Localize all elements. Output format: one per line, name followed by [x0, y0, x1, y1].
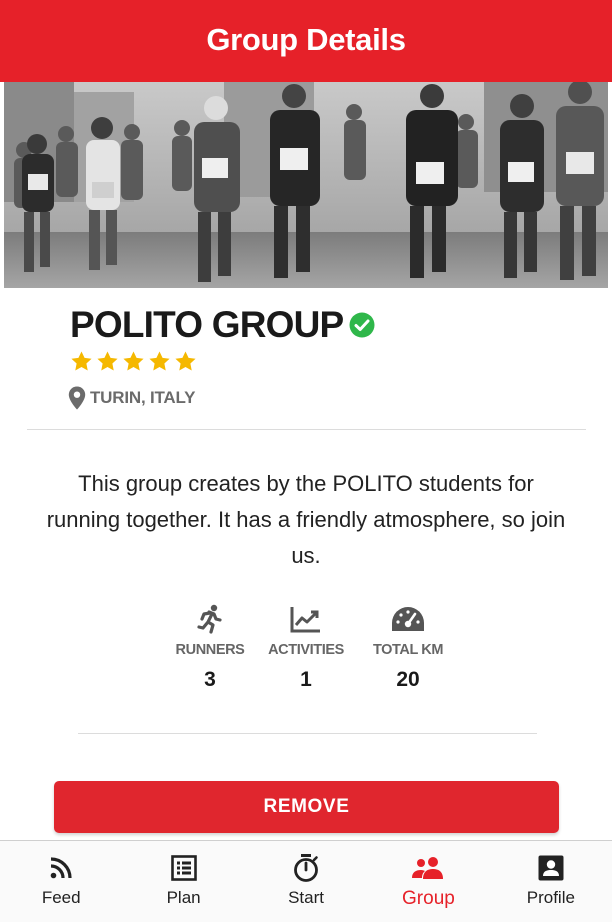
- group-icon: [412, 857, 444, 879]
- group-description: This group creates by the POLITO student…: [46, 471, 566, 568]
- app-header: Group Details: [0, 0, 612, 82]
- stat-label: ACTIVITIES: [268, 642, 344, 658]
- stat-value: 1: [300, 668, 312, 691]
- location-text: TURIN, ITALY: [90, 388, 196, 407]
- stat-activities: ACTIVITIES 1: [256, 602, 356, 692]
- tab-label: Plan: [166, 888, 201, 907]
- group-cover-photo: [4, 82, 608, 288]
- location-pin-icon: [68, 386, 86, 410]
- star-icon: [149, 351, 170, 371]
- group-title-row: POLITO GROUP: [70, 303, 375, 347]
- runners-photo-illustration: [4, 82, 608, 288]
- stat-value: 3: [204, 668, 216, 691]
- tab-label: Feed: [41, 888, 81, 907]
- account-box-icon: [538, 855, 564, 881]
- group-rating: [70, 350, 197, 373]
- star-icon: [97, 351, 118, 371]
- tab-label: Profile: [526, 888, 575, 907]
- tab-group[interactable]: Group: [367, 841, 489, 922]
- trending-chart-icon: [290, 607, 320, 633]
- stat-runners: RUNNERS 3: [160, 602, 260, 692]
- tab-feed[interactable]: Feed: [0, 841, 122, 922]
- divider: [78, 733, 537, 734]
- page-title: Group Details: [206, 22, 406, 57]
- bottom-tab-bar: Feed Plan Start Group Profile: [0, 840, 612, 922]
- tab-start[interactable]: Start: [245, 841, 367, 922]
- star-icon: [71, 351, 92, 371]
- tab-profile[interactable]: Profile: [490, 841, 612, 922]
- group-name: POLITO GROUP: [70, 304, 344, 345]
- group-stats: RUNNERS 3 ACTIVITIES 1 TOTAL KM 20: [160, 602, 452, 702]
- verified-check-icon: [349, 312, 375, 338]
- stopwatch-icon: [294, 854, 318, 882]
- remove-button-label: REMOVE: [263, 796, 350, 817]
- tab-label: Start: [288, 888, 324, 907]
- rss-feed-icon: [50, 857, 72, 879]
- tab-plan[interactable]: Plan: [122, 841, 244, 922]
- stat-value: 20: [396, 668, 420, 691]
- tab-label: Group: [402, 888, 455, 909]
- stat-label: RUNNERS: [175, 642, 245, 658]
- star-icon: [123, 351, 144, 371]
- remove-group-button[interactable]: REMOVE: [54, 781, 559, 833]
- stat-label: TOTAL KM: [372, 642, 444, 658]
- list-alt-icon: [170, 855, 197, 881]
- divider: [27, 429, 586, 430]
- runner-icon: [197, 604, 222, 634]
- group-location: TURIN, ITALY: [68, 386, 195, 410]
- star-icon: [175, 351, 196, 371]
- speedometer-icon: [392, 607, 424, 631]
- stat-total-km: TOTAL KM 20: [358, 602, 458, 692]
